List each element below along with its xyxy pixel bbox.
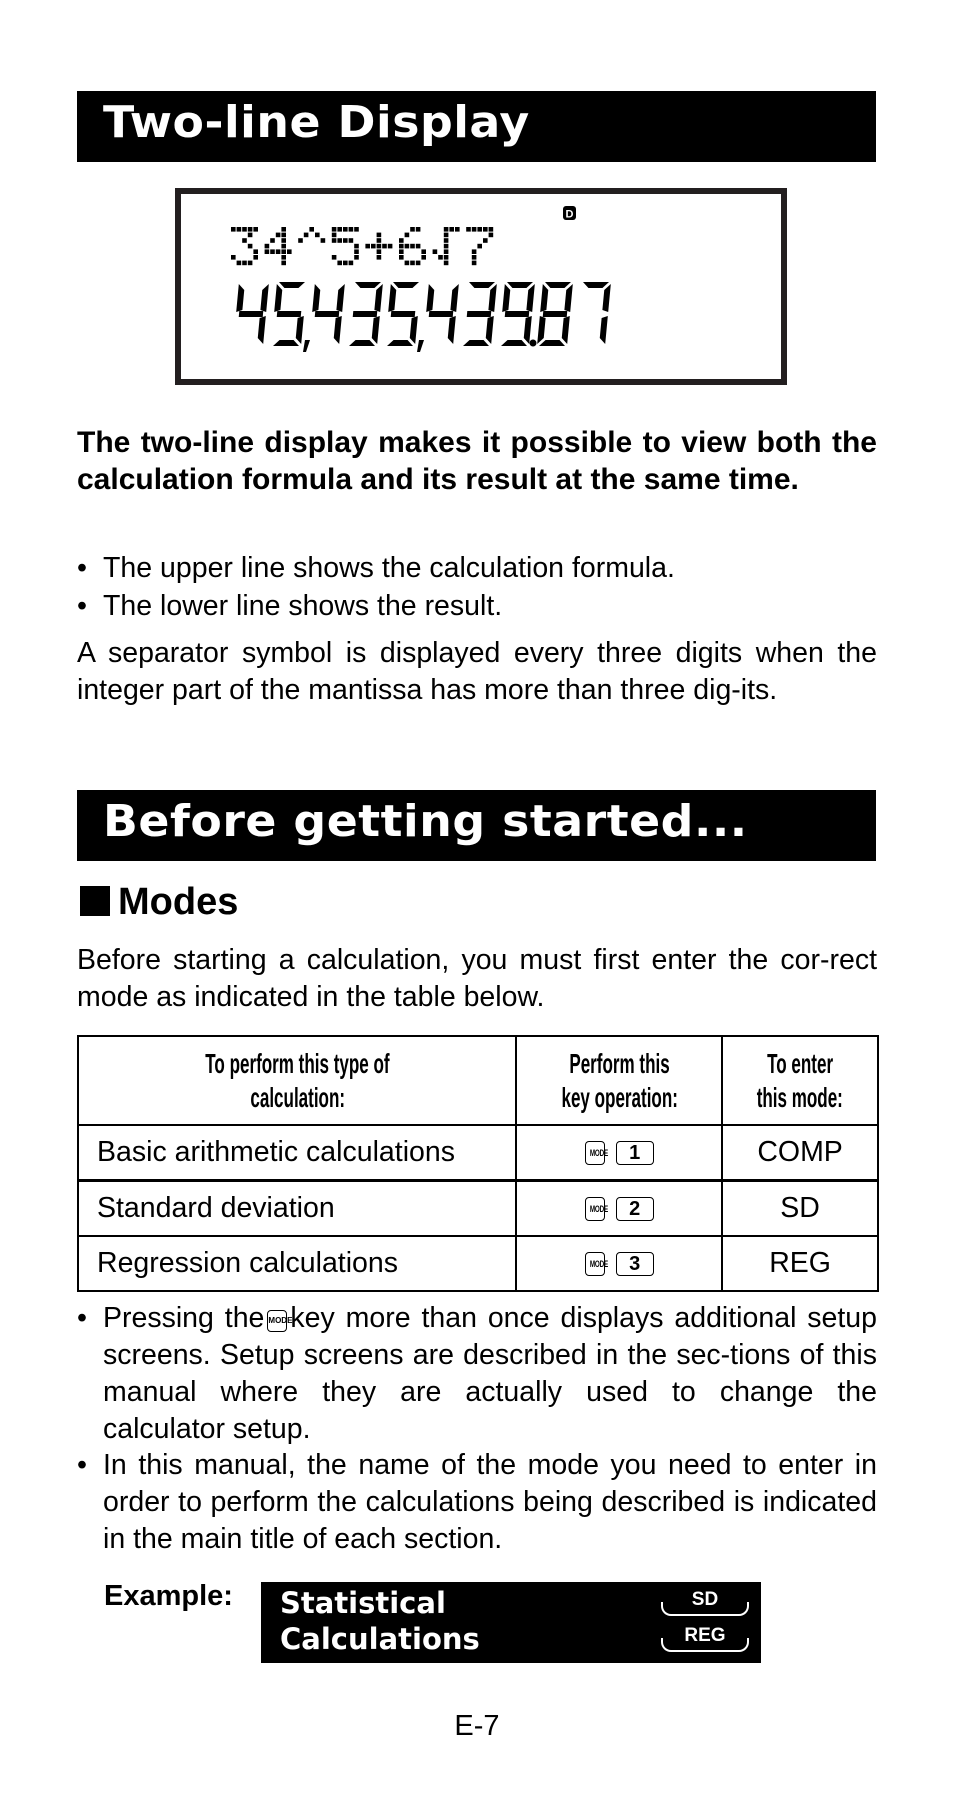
column-header-calculation: To perform this type of calculation: [76,1035,518,1126]
example-title-banner: Statistical Calculations SD REG [261,1582,761,1663]
key-operation-cell: MODE 1 [515,1124,724,1182]
key-operation-cell: MODE 3 [515,1235,724,1292]
modes-heading-text: Modes [118,881,239,923]
list-item-text: In this manual, the name of the mode you… [103,1449,877,1555]
seven-segment-digit [273,282,305,346]
separator-note: A separator symbol is displayed every th… [77,637,877,706]
seven-segment-digit [236,284,269,344]
seven-segment-digit [387,282,419,346]
list-item-text: The lower line shows the result. [103,590,503,622]
seven-segment-digit [501,282,535,346]
mode-cell: COMP [721,1124,879,1182]
lcd-display-illustration: D [175,188,787,385]
section-header-before-getting-started: Before getting started... [77,790,876,861]
page-number: E-7 [454,1710,500,1742]
angle-unit-indicator: D [563,206,576,221]
seven-segment-digit [583,282,611,344]
calculation-cell: Regression calculations [76,1235,518,1292]
dot-matrix-char [466,227,494,266]
dot-matrix-char [264,227,292,266]
column-header-key-operation: Perform this key operation: [515,1035,724,1126]
calculation-cell: Basic arithmetic calculations [76,1124,518,1182]
two-line-display-intro: The two-line display makes it possible t… [77,426,877,496]
seven-segment-digit [537,282,573,346]
bullet-icon: • [77,1449,87,1481]
bullet-icon: • [77,1302,87,1334]
table-row: Basic arithmetic calculations MODE 1 COMP [76,1124,879,1182]
modes-heading: Modes [80,880,238,924]
seven-segment-digit [463,282,497,346]
digit-separator-mark [303,340,310,352]
mode-cell: REG [721,1235,879,1292]
svg-text:D: D [566,209,574,221]
lcd-result-line [236,282,611,352]
modes-table: To perform this type of calculation: Perf… [76,1035,879,1292]
table-header-row: To perform this type of calculation: Perf… [76,1035,879,1126]
dot-matrix-char [331,227,359,266]
mode-key-icon: MODE [584,1141,608,1166]
dot-matrix-char [365,232,393,260]
key-operation-cell: MODE 2 [515,1179,724,1237]
bullet-icon: • [77,552,87,584]
section-title: Before getting started... [103,796,748,847]
table-row: Standard deviation MODE 2 SD [76,1179,879,1237]
mode-key-icon: MODE [267,1310,292,1332]
decimal-point-mark [529,339,537,347]
section-header-two-line-display: Two-line Display [77,91,876,162]
dot-matrix-char [432,227,460,266]
example-label: Example: [104,1580,233,1612]
number-key-icon: 3 [615,1252,654,1277]
dot-matrix-char [231,227,258,266]
example-title-line: Calculations [280,1622,480,1656]
section-title: Two-line Display [103,97,530,148]
calculation-cell: Standard deviation [76,1179,518,1237]
mode-key-icon: MODE [584,1252,608,1277]
mode-tag-reg: REG [661,1625,749,1652]
table-row: Regression calculations MODE 3 REG [76,1235,879,1292]
mode-tag-sd: SD [661,1589,749,1616]
example-title-line: Statistical [280,1586,446,1620]
mode-cell: SD [721,1179,879,1237]
list-item-text: Pressing the MODEkey more than once displ… [103,1302,878,1445]
seven-segment-digit [312,284,345,344]
list-item-text: The upper line shows the calculation for… [103,552,675,584]
dot-matrix-char [399,227,426,266]
lcd-formula-line [231,227,494,266]
seven-segment-digit [349,282,383,346]
dot-matrix-char [298,227,326,243]
number-key-icon: 2 [615,1197,654,1222]
column-header-mode: To enter this mode: [721,1035,879,1126]
number-key-icon: 1 [615,1141,654,1166]
modes-intro: Before starting a calculation, you must … [77,944,877,1013]
square-bullet-icon [80,886,110,916]
mode-key-icon: MODE [584,1197,608,1222]
seven-segment-digit [426,284,459,344]
digit-separator-mark [417,340,424,352]
lcd-svg: D [231,206,611,352]
bullet-icon: • [77,590,87,622]
